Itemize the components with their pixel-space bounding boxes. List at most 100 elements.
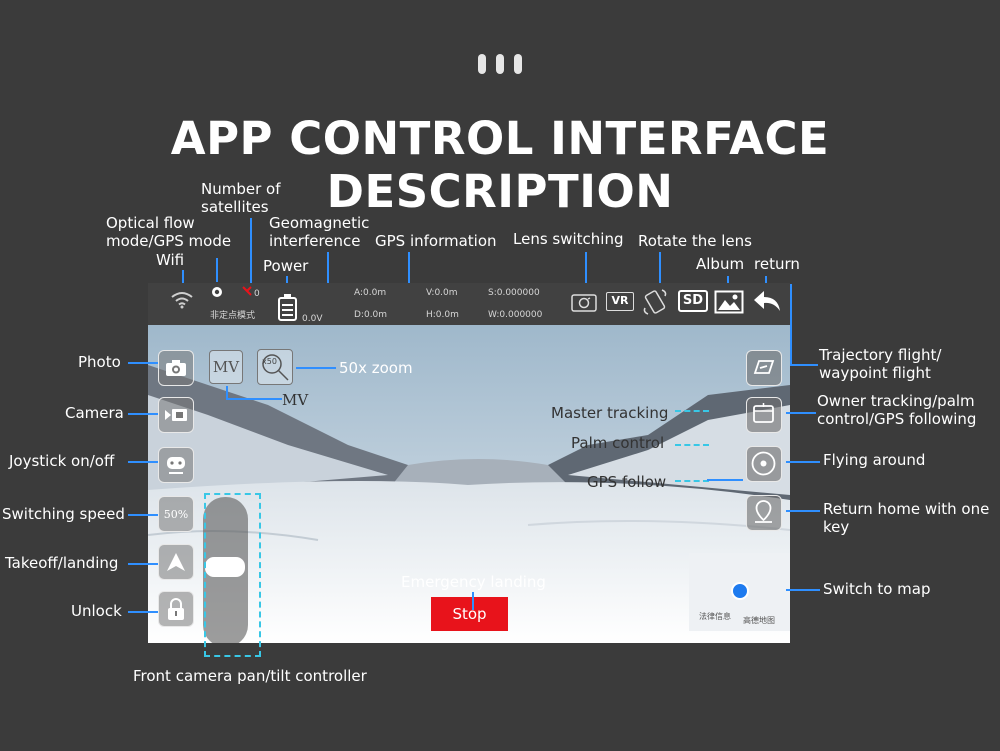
label-takeoff-landing: Takeoff/landing bbox=[5, 554, 119, 572]
gps-mode-icon bbox=[212, 287, 222, 297]
label-geomagnetic: Geomagnetic interference bbox=[269, 214, 370, 250]
connector-line bbox=[786, 589, 820, 591]
battery-icon bbox=[278, 294, 297, 321]
return-icon[interactable] bbox=[752, 289, 782, 313]
label-trajectory: Trajectory flight/ waypoint flight bbox=[819, 346, 942, 382]
arrow-up-icon bbox=[167, 553, 185, 571]
label-switching-speed: Switching speed bbox=[2, 505, 125, 523]
magnifier-icon bbox=[262, 354, 289, 381]
gps-d: D:0.0m bbox=[354, 310, 388, 320]
label-album: Album bbox=[696, 255, 745, 273]
connector-line bbox=[707, 479, 743, 481]
photo-button[interactable] bbox=[158, 350, 194, 386]
connector-line bbox=[250, 218, 252, 284]
label-master-tracking: Master tracking bbox=[551, 404, 669, 422]
label-lens-switching: Lens switching bbox=[513, 230, 624, 248]
connector-line bbox=[216, 258, 218, 282]
label-unlock: Unlock bbox=[71, 602, 122, 620]
label-return-home: Return home with one key bbox=[823, 500, 990, 536]
return-home-button[interactable] bbox=[746, 495, 782, 531]
label-mv: MV bbox=[282, 391, 309, 409]
connector-line bbox=[128, 563, 158, 565]
trajectory-icon bbox=[753, 360, 775, 374]
connector-line bbox=[790, 364, 818, 366]
label-zoom: 50x zoom bbox=[339, 359, 413, 377]
gps-h: H:0.0m bbox=[426, 310, 459, 320]
map-location-dot bbox=[731, 582, 749, 600]
tracking-mode-button[interactable] bbox=[746, 397, 782, 433]
joystick-toggle-button[interactable] bbox=[158, 447, 194, 483]
sd-card-button[interactable]: SD bbox=[678, 290, 708, 312]
indicator-dot bbox=[496, 54, 504, 74]
map-legal-text: 法律信息 bbox=[699, 612, 731, 621]
connector-line bbox=[128, 611, 158, 613]
label-rotate-lens: Rotate the lens bbox=[638, 232, 752, 250]
label-gps-info: GPS information bbox=[375, 232, 497, 250]
trajectory-flight-button[interactable] bbox=[746, 350, 782, 386]
label-switch-map: Switch to map bbox=[823, 580, 931, 598]
unlock-button[interactable] bbox=[158, 591, 194, 627]
battery-voltage: 0.0V bbox=[302, 314, 323, 324]
rotate-lens-icon[interactable] bbox=[642, 288, 668, 316]
label-emergency-landing: Emergency landing bbox=[401, 573, 546, 591]
satellite-count: 0 bbox=[254, 289, 260, 299]
connector-line bbox=[296, 367, 336, 369]
lens-switch-icon[interactable] bbox=[570, 291, 598, 313]
label-return: return bbox=[754, 255, 800, 273]
indicator-dot bbox=[478, 54, 486, 74]
slider-highlight-box bbox=[204, 493, 261, 657]
connector-line bbox=[128, 461, 158, 463]
connector-line bbox=[128, 514, 158, 516]
home-location-icon bbox=[755, 500, 772, 523]
gps-a: A:0.0m bbox=[354, 288, 387, 298]
gps-s: S:0.000000 bbox=[488, 288, 540, 298]
connector-line bbox=[128, 413, 158, 415]
speed-button[interactable]: 50% bbox=[158, 496, 194, 532]
video-camera-icon bbox=[165, 409, 187, 421]
gps-w: W:0.000000 bbox=[488, 310, 543, 320]
camera-icon bbox=[166, 360, 186, 376]
dashed-connector bbox=[675, 410, 709, 412]
label-owner-tracking: Owner tracking/palm control/GPS followin… bbox=[817, 392, 977, 428]
connector-line bbox=[790, 284, 792, 366]
label-joystick: Joystick on/off bbox=[9, 452, 115, 470]
label-power: Power bbox=[263, 257, 309, 275]
album-icon[interactable] bbox=[714, 290, 744, 314]
label-satellites: Number of satellites bbox=[201, 180, 281, 216]
lock-icon bbox=[168, 598, 184, 620]
mv-button[interactable]: MV bbox=[209, 350, 243, 384]
joystick-icon bbox=[167, 457, 185, 474]
emergency-stop-button[interactable]: Stop bbox=[431, 597, 508, 631]
dashed-connector bbox=[675, 480, 709, 482]
connector-line bbox=[472, 592, 474, 610]
mini-map[interactable]: 法律信息 高德地图 bbox=[689, 553, 790, 631]
mode-text: 非定点模式 bbox=[210, 311, 256, 321]
label-camera: Camera bbox=[65, 404, 124, 422]
label-wifi: Wifi bbox=[156, 251, 185, 269]
takeoff-landing-button[interactable] bbox=[158, 544, 194, 580]
gps-v: V:0.0m bbox=[426, 288, 458, 298]
connector-line bbox=[786, 461, 820, 463]
map-brand-text: 高德地图 bbox=[743, 616, 775, 625]
tracking-icon bbox=[753, 403, 774, 423]
connector-line bbox=[128, 362, 158, 364]
zoom-button[interactable]: x50 bbox=[257, 349, 293, 385]
video-button[interactable] bbox=[158, 397, 194, 433]
zoom-level-text: x50 bbox=[262, 357, 277, 366]
connector-line bbox=[786, 412, 816, 414]
connector-line bbox=[226, 398, 282, 400]
connector-line bbox=[786, 510, 820, 512]
orbit-flight-button[interactable] bbox=[746, 446, 782, 482]
label-palm-control: Palm control bbox=[571, 434, 665, 452]
satellite-icon bbox=[242, 286, 252, 296]
app-status-bar: 0 非定点模式 0.0V A:0.0m D:0.0m V:0.0m H:0.0m… bbox=[148, 283, 790, 325]
wifi-icon bbox=[171, 292, 193, 309]
label-optical-flow: Optical flow mode/GPS mode bbox=[106, 214, 232, 250]
label-photo: Photo bbox=[78, 353, 121, 371]
label-flying-around: Flying around bbox=[823, 451, 926, 469]
page-title: APP CONTROL INTERFACE DESCRIPTION bbox=[170, 112, 830, 218]
dashed-connector bbox=[675, 444, 709, 446]
label-gps-follow: GPS follow bbox=[587, 473, 667, 491]
vr-button[interactable]: VR bbox=[606, 292, 634, 311]
indicator-dot bbox=[514, 54, 522, 74]
